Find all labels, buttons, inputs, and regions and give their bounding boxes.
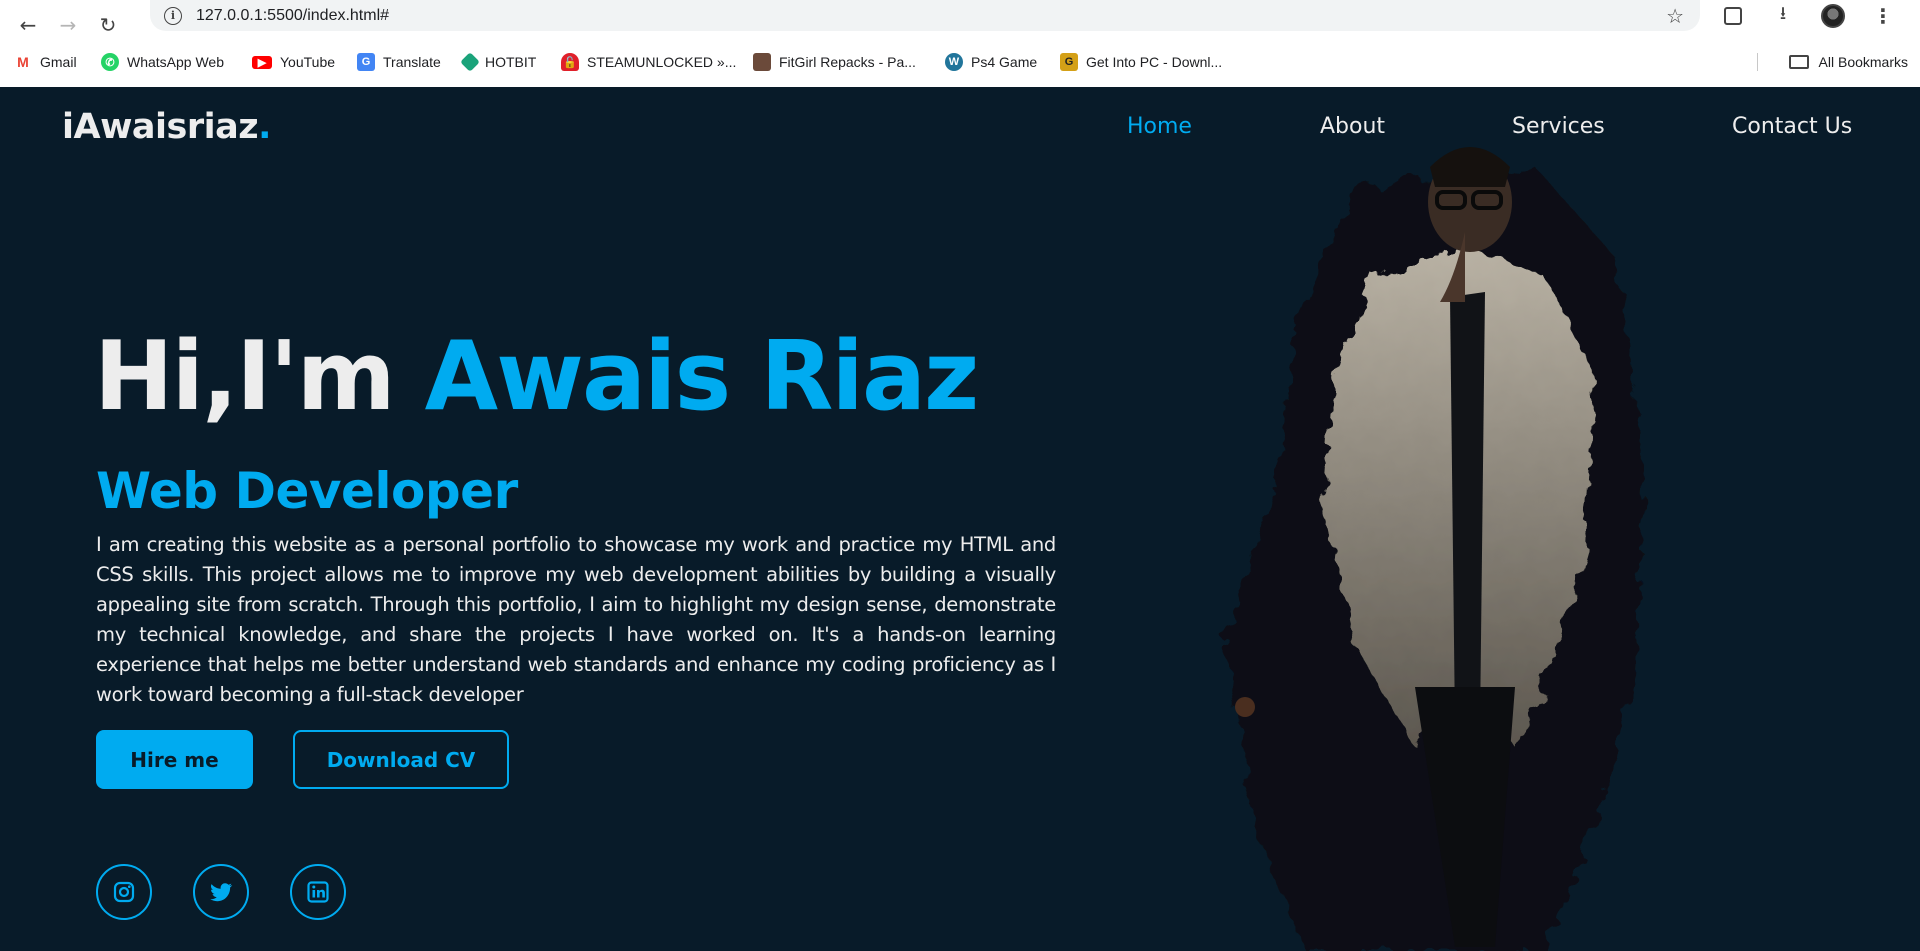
bookmarks-divider [1757, 53, 1758, 71]
bookmark-label: STEAMUNLOCKED »... [587, 54, 737, 70]
all-bookmarks-label: All Bookmarks [1818, 54, 1908, 70]
twitter-icon[interactable] [193, 864, 249, 920]
bookmark-youtube[interactable]: ▶ YouTube [252, 47, 335, 77]
profile-avatar-icon[interactable] [1820, 3, 1846, 29]
bookmark-star-icon[interactable]: ☆ [1666, 4, 1684, 28]
bookmark-label: WhatsApp Web [127, 54, 225, 70]
hotbit-icon [460, 52, 480, 72]
portrait-image [1225, 147, 1645, 951]
role-title: Web Developer [96, 462, 518, 520]
extensions-icon[interactable] [1720, 3, 1746, 29]
browser-menu-icon[interactable]: ⋮ [1870, 3, 1896, 29]
bookmark-whatsapp[interactable]: ✆ WhatsApp Web [101, 47, 224, 77]
hero-greeting: Hi,I'm [94, 322, 425, 432]
getintopc-icon: G [1060, 53, 1078, 71]
nav-services[interactable]: Services [1512, 114, 1605, 139]
intro-paragraph: I am creating this website as a personal… [96, 533, 1056, 706]
browser-toolbar: ← → ↻ i 127.0.0.1:5500/index.html# ☆ ⭳ ⋮ [0, 0, 1920, 50]
fitgirl-icon [753, 53, 771, 71]
reload-icon[interactable]: ↻ [88, 9, 128, 41]
hero-title: Hi,I'm Awais Riaz [94, 322, 980, 432]
download-icon[interactable]: ⭳ [1770, 3, 1796, 29]
hire-me-button[interactable]: Hire me [96, 730, 253, 789]
bookmark-label: Gmail [40, 54, 77, 70]
bookmark-label: Get Into PC - Downl... [1086, 54, 1223, 70]
instagram-icon[interactable] [96, 864, 152, 920]
whatsapp-icon: ✆ [101, 53, 119, 71]
wordpress-icon: W [945, 53, 963, 71]
url-text[interactable]: 127.0.0.1:5500/index.html# [196, 7, 389, 25]
bookmark-hotbit[interactable]: HOTBIT [460, 47, 537, 77]
address-bar[interactable]: i 127.0.0.1:5500/index.html# ☆ [150, 0, 1700, 31]
gmail-icon: M [14, 53, 32, 71]
bookmark-fitgirl[interactable]: FitGirl Repacks - Pa... [753, 47, 916, 77]
site-info-icon[interactable]: i [164, 6, 182, 25]
all-bookmarks-button[interactable]: All Bookmarks [1788, 47, 1908, 77]
linkedin-icon[interactable] [290, 864, 346, 920]
forward-arrow-icon[interactable]: → [48, 9, 88, 41]
bookmarks-bar: M Gmail ✆ WhatsApp Web ▶ YouTube G Trans… [0, 47, 1920, 77]
download-cv-button[interactable]: Download CV [293, 730, 509, 789]
back-arrow-icon[interactable]: ← [8, 9, 48, 41]
bookmark-translate[interactable]: G Translate [357, 47, 441, 77]
bookmark-label: YouTube [280, 54, 336, 70]
folder-icon [1788, 55, 1809, 69]
bookmark-steamunlocked[interactable]: 🔓 STEAMUNLOCKED »... [561, 47, 736, 77]
nav-home[interactable]: Home [1127, 114, 1192, 139]
nav-about[interactable]: About [1320, 114, 1385, 139]
bookmark-getintopc[interactable]: G Get Into PC - Downl... [1060, 47, 1222, 77]
nav-contact-us[interactable]: Contact Us [1732, 114, 1852, 139]
bookmark-label: HOTBIT [485, 54, 537, 70]
bookmark-label: Ps4 Game [971, 54, 1038, 70]
bookmark-label: FitGirl Repacks - Pa... [779, 54, 916, 70]
bookmark-label: Translate [383, 54, 441, 70]
bookmark-gmail[interactable]: M Gmail [14, 47, 77, 77]
bookmark-ps4-game[interactable]: W Ps4 Game [945, 47, 1037, 77]
translate-icon: G [357, 53, 375, 71]
hero-name: Awais Riaz [424, 322, 980, 432]
portfolio-page: iAwaisriaz. Home About Services Contact … [0, 87, 1920, 951]
steamunlocked-icon: 🔓 [561, 53, 579, 71]
youtube-icon: ▶ [252, 55, 272, 69]
site-navbar: Home About Services Contact Us [0, 114, 1920, 144]
